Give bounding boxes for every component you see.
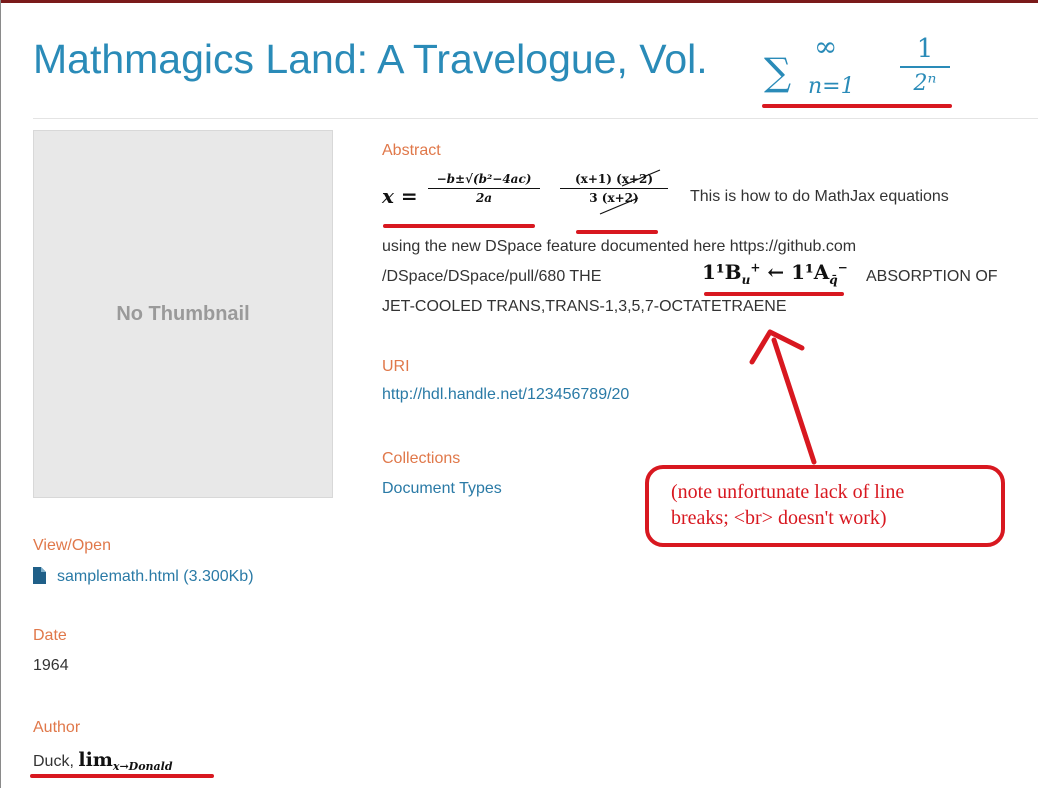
absorption-math-sub-q: q̄ xyxy=(829,273,838,287)
title-math-denominator: 2ⁿ xyxy=(913,71,937,96)
abstract-line-3a: /DSpace/DSpace/pull/680 THE xyxy=(382,268,602,285)
author-math-red-underline xyxy=(30,774,214,778)
date-value: 1964 xyxy=(33,657,69,674)
abstract-math-x: x = xyxy=(382,184,418,208)
absorption-math-arrow-a: ← 1¹A xyxy=(760,260,830,284)
cancel-fraction-red-underline xyxy=(576,230,658,234)
view-open-label: View/Open xyxy=(33,537,111,554)
abstract-line-3b: ABSORPTION OF xyxy=(866,268,998,285)
absorption-math-sub-u: u xyxy=(741,273,751,287)
absorption-math-sup-minus: − xyxy=(837,260,848,275)
collections-label: Collections xyxy=(382,450,461,467)
title-divider xyxy=(33,118,1038,119)
title-math-numerator: 1 xyxy=(916,34,934,64)
absorption-math-sup-plus: + xyxy=(750,260,761,275)
annotation-line-2: breaks; <br> doesn't work) xyxy=(671,507,887,529)
cancel-strike-marks xyxy=(599,169,661,215)
abstract-line-1: This is how to do MathJax equations xyxy=(690,188,949,205)
abstract-label: Abstract xyxy=(382,142,441,159)
thumbnail-text: No Thumbnail xyxy=(116,302,250,325)
quadratic-fraction: −b±√(b²−4ac) 2a xyxy=(428,172,540,205)
quadratic-denominator: 2a xyxy=(475,191,493,205)
author-math-lim: lim xyxy=(78,749,113,771)
author-value: Duck, limx→Donald xyxy=(33,749,173,773)
collection-link-document-types[interactable]: Document Types xyxy=(382,480,502,498)
file-icon xyxy=(33,567,46,584)
abstract-line-4: JET-COOLED TRANS,TRANS-1,3,5,7-OCTATETRA… xyxy=(382,298,787,315)
author-name: Duck, xyxy=(33,753,74,770)
uri-label: URI xyxy=(382,358,410,375)
thumbnail-placeholder: No Thumbnail xyxy=(33,130,333,498)
annotation-line-1: (note unfortunate lack of line xyxy=(671,481,905,503)
title-math-upper: ∞ xyxy=(814,30,838,63)
annotation-callout: (note unfortunate lack of line breaks; <… xyxy=(645,465,1005,547)
author-math-subscript: x→Donald xyxy=(112,760,173,774)
window-top-border xyxy=(0,0,1038,3)
title-math-fraction: 1 2ⁿ xyxy=(900,34,950,98)
window-left-border xyxy=(0,0,1,788)
title-math-expression: ∑ ∞ n=1 1 2ⁿ xyxy=(760,24,960,108)
absorption-math-b: 1¹B xyxy=(702,260,742,284)
quadratic-red-underline xyxy=(383,224,535,228)
annotation-arrow xyxy=(749,329,817,465)
author-label: Author xyxy=(33,719,81,736)
quadratic-numerator: −b±√(b²−4ac) xyxy=(436,172,532,186)
abstract-line-2: using the new DSpace feature documented … xyxy=(382,238,857,255)
title-math-fraction-bar xyxy=(900,66,950,68)
file-download-link[interactable]: samplemath.html (3.300Kb) xyxy=(57,568,254,586)
absorption-math-red-underline xyxy=(704,292,844,296)
title-math-red-underline xyxy=(762,104,952,108)
title-math-sigma: ∑ xyxy=(764,50,792,94)
uri-link[interactable]: http://hdl.handle.net/123456789/20 xyxy=(382,386,629,404)
quadratic-fraction-bar xyxy=(428,188,540,189)
page-title: Mathmagics Land: A Travelogue, Vol. xyxy=(33,36,708,82)
absorption-math: 1¹Bu+ ← 1¹Aq̄− xyxy=(702,260,848,287)
date-label: Date xyxy=(33,627,67,644)
title-math-lower: n=1 xyxy=(808,74,855,99)
